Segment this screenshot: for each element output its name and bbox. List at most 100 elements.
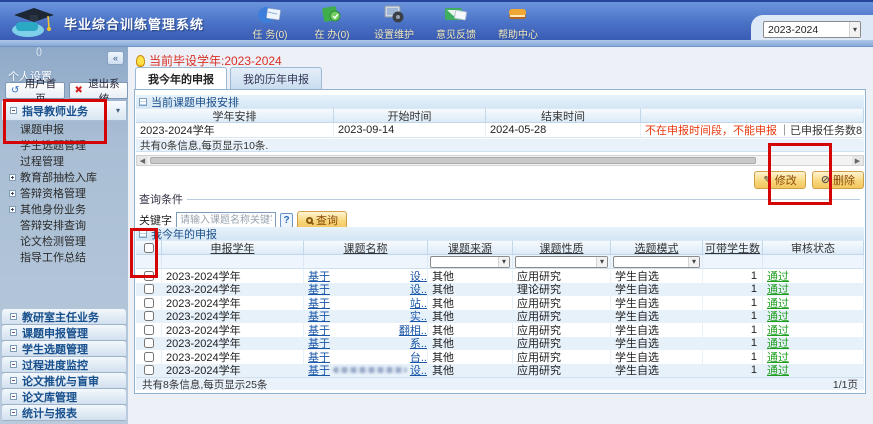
chevron-down-icon: ▾ <box>688 257 699 267</box>
applications-col-header[interactable]: 申报学年 <box>162 240 304 255</box>
sidebar-item[interactable]: 过程管理 <box>2 153 126 169</box>
topic-link-prefix[interactable]: 基于 <box>308 350 330 364</box>
topic-link-suffix[interactable]: 设.. <box>410 364 427 378</box>
status-cell: 通过 <box>763 269 864 283</box>
nav-tasks[interactable]: 任 务(0) <box>246 4 294 41</box>
topic-link-prefix[interactable]: 基于 <box>308 283 330 297</box>
topic-link-prefix[interactable]: 基于 <box>308 337 330 351</box>
source-cell: 其他 <box>428 283 513 297</box>
status-pass-link[interactable]: 通过 <box>767 323 789 337</box>
row-checkbox[interactable] <box>144 325 154 335</box>
applications-col-header[interactable]: 课题名称 <box>304 240 428 255</box>
applications-col-header[interactable]: 可带学生数 <box>703 240 763 255</box>
filter-select[interactable]: ▾ <box>515 256 608 268</box>
status-pass-link[interactable]: 通过 <box>767 364 789 378</box>
sidebar-item[interactable]: 指导工作总结 <box>2 249 126 265</box>
mode-cell: 学生自选 <box>611 283 703 297</box>
sidebar-item[interactable]: 教育部抽检入库 <box>2 169 126 185</box>
status-pass-link[interactable]: 通过 <box>767 269 789 283</box>
year-cell: 2023-2024学年 <box>162 323 304 337</box>
horizontal-scrollbar[interactable]: ◀ ▶ <box>136 155 864 166</box>
collapse-box-icon <box>10 361 17 368</box>
nav-help-center[interactable]: 帮助中心 <box>494 4 542 41</box>
tab-history[interactable]: 我的历年申报 <box>230 67 322 89</box>
nav-settings-maintenance[interactable]: 设置维护 <box>370 4 418 41</box>
sidebar-item-label: 教育部抽检入库 <box>20 169 97 185</box>
year-cell: 2023-2024学年 <box>162 283 304 297</box>
status-pass-link[interactable]: 通过 <box>767 296 789 310</box>
topic-link-prefix[interactable]: 基于 <box>308 310 330 324</box>
topic-link-suffix[interactable]: 站.. <box>410 296 427 310</box>
scrollbar-thumb[interactable] <box>150 157 756 164</box>
home-arrow-icon: ↺ <box>11 86 19 96</box>
page-indicator: 1/1页 <box>833 377 858 392</box>
annotation-box-modify <box>768 143 832 205</box>
sidebar-item[interactable]: 其他身份业务 <box>2 201 126 217</box>
topic-link-prefix[interactable]: 基于 <box>308 296 330 310</box>
sidebar-group-collapsed[interactable]: 课题申报管理 <box>2 325 126 341</box>
help-icon[interactable]: ? <box>280 213 293 228</box>
tab-this-year[interactable]: 我今年的申报 <box>135 67 227 89</box>
applications-col-header[interactable]: 课题来源 <box>428 240 513 255</box>
schedule-col-header: 学年安排 <box>136 108 334 123</box>
topic-link-suffix[interactable]: 台.. <box>410 350 427 364</box>
topic-name: 基于 翻相.. <box>308 323 427 337</box>
row-checkbox[interactable] <box>144 338 154 348</box>
header-corner: 2023-2024 ▾ <box>751 15 873 42</box>
capacity-cell: 1 <box>703 323 763 337</box>
topic-link-suffix[interactable]: 设.. <box>410 269 427 283</box>
scroll-right-icon[interactable]: ▶ <box>852 156 863 165</box>
filter-select[interactable]: ▾ <box>613 256 700 268</box>
filter-cell: ▾ <box>428 255 513 269</box>
section-grid-icon <box>139 98 147 106</box>
topic-name-cell: 基于 设.. <box>304 269 428 283</box>
applications-col-header[interactable]: 课题性质 <box>513 240 611 255</box>
row-checkbox[interactable] <box>144 352 154 362</box>
sidebar-group-collapsed[interactable]: 学生选题管理 <box>2 341 126 357</box>
sidebar-item[interactable]: 论文检测管理 <box>2 233 126 249</box>
nav-in-progress[interactable]: 在 办(0) <box>308 4 356 41</box>
delete-label: 删除 <box>833 172 855 188</box>
row-checkbox[interactable] <box>144 298 154 308</box>
topic-name: 基于 设.. <box>308 269 427 283</box>
applications-col-header[interactable]: 选题模式 <box>611 240 703 255</box>
status-pass-link[interactable]: 通过 <box>767 337 789 351</box>
annotation-box-sidebar <box>3 99 107 144</box>
main-content: 当前毕设学年:2023-2024 我今年的申报我的历年申报 当前课题申报安排 学… <box>128 47 873 424</box>
sidebar-item[interactable]: 答辩安排查询 <box>2 217 126 233</box>
sidebar-group-label: 课题申报管理 <box>22 325 88 341</box>
sidebar-group-collapsed[interactable]: 统计与报表 <box>2 405 126 421</box>
year-cell: 2023-2024学年 <box>162 350 304 364</box>
topic-link-suffix[interactable]: 实.. <box>410 310 427 324</box>
filter-select[interactable]: ▾ <box>430 256 510 268</box>
sidebar-group-collapsed[interactable]: 论文库管理 <box>2 389 126 405</box>
row-checkbox[interactable] <box>144 365 154 375</box>
chevron-down-icon: ▾ <box>849 22 860 37</box>
scroll-left-icon[interactable]: ◀ <box>137 156 148 165</box>
row-checkbox[interactable] <box>144 284 154 294</box>
logout-button[interactable]: ✖ 退出系统 <box>69 82 129 99</box>
sidebar-group-collapsed[interactable]: 论文推优与盲审 <box>2 373 126 389</box>
mode-cell: 学生自选 <box>611 269 703 283</box>
sidebar-item[interactable]: 答辩资格管理 <box>2 185 126 201</box>
topic-link-suffix[interactable]: 翻相.. <box>399 323 427 337</box>
sidebar-group-collapsed[interactable]: 教研室主任业务 <box>2 309 126 325</box>
status-pass-link[interactable]: 通过 <box>767 310 789 324</box>
user-home-button[interactable]: ↺ 用户首页 <box>5 82 65 99</box>
annotation-box-checkbox <box>130 228 158 278</box>
sidebar-collapse-button[interactable]: « <box>107 51 124 65</box>
sidebar-group-collapsed[interactable]: 过程进度监控 <box>2 357 126 373</box>
status-pass-link[interactable]: 通过 <box>767 283 789 297</box>
sidebar-item-label: 其他身份业务 <box>20 201 86 217</box>
topic-link-suffix[interactable]: 系.. <box>410 337 427 351</box>
nature-cell: 应用研究 <box>513 323 611 337</box>
status-pass-link[interactable]: 通过 <box>767 350 789 364</box>
nav-feedback[interactable]: 意见反馈 <box>432 4 480 41</box>
schedule-table-header: 学年安排开始时间结束时间 <box>136 108 864 123</box>
topic-link-suffix[interactable]: 设.. <box>410 283 427 297</box>
topic-link-prefix[interactable]: 基于 <box>308 269 330 283</box>
year-select[interactable]: 2023-2024 ▾ <box>763 21 861 38</box>
row-checkbox[interactable] <box>144 311 154 321</box>
topic-link-prefix[interactable]: 基于 <box>308 323 330 337</box>
topic-link-prefix[interactable]: 基于 <box>308 364 330 378</box>
